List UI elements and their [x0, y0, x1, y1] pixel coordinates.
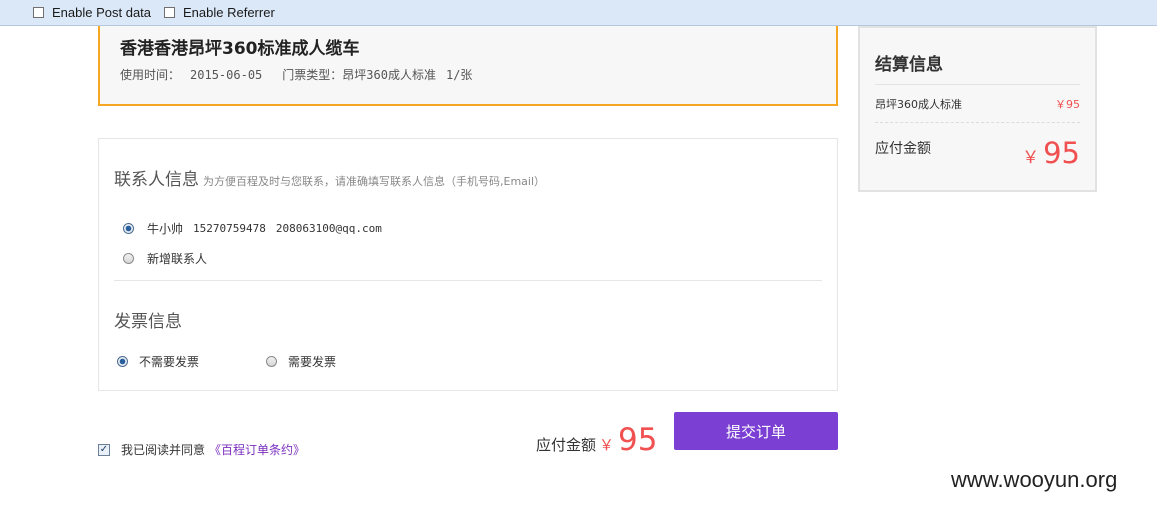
- order-form-panel: 联系人信息 为方便百程及时与您联系，请准确填写联系人信息（手机号码,Email） …: [98, 138, 838, 391]
- summary-title: 结算信息: [875, 55, 943, 75]
- contact-option-new[interactable]: 新增联系人: [123, 250, 207, 267]
- payable-amount: 应付金额 ￥ 95: [536, 422, 657, 458]
- invoice-required-radio[interactable]: [266, 356, 277, 367]
- summary-divider: [875, 84, 1080, 85]
- order-terms-link[interactable]: 《百程订单条约》: [209, 441, 305, 458]
- invoice-none-label: 不需要发票: [139, 355, 200, 369]
- summary-total-amount: 95: [1043, 136, 1080, 170]
- agreement-row: ✓ 我已阅读并同意 《百程订单条约》: [98, 441, 305, 458]
- payable-currency: ￥: [599, 436, 615, 454]
- contact-section-title: 联系人信息: [114, 170, 199, 190]
- contact-phone: 15270759478: [193, 222, 266, 235]
- use-date-value: 2015-06-05: [190, 68, 263, 82]
- ticket-type-field: 门票类型：昂坪360成人标准 1/张: [282, 68, 472, 82]
- summary-currency: ￥: [1022, 148, 1040, 168]
- summary-total-label: 应付金额: [875, 141, 931, 157]
- agreement-text: 我已阅读并同意: [121, 443, 206, 457]
- invoice-required-label: 需要发票: [288, 355, 337, 369]
- invoice-option-none[interactable]: 不需要发票: [117, 353, 199, 370]
- use-date-field: 使用时间： 2015-06-05: [120, 68, 262, 82]
- contact-name: 牛小帅: [147, 222, 184, 236]
- submit-order-button[interactable]: 提交订单: [674, 412, 838, 450]
- ticket-title: 香港香港昂坪360标准成人缆车: [120, 39, 360, 59]
- section-divider: [114, 280, 822, 281]
- enable-post-data-label: Enable Post data: [52, 5, 152, 20]
- ticket-info-card: 香港香港昂坪360标准成人缆车 使用时间： 2015-06-05 门票类型：昂坪36…: [98, 26, 838, 106]
- invoice-option-required[interactable]: 需要发票: [266, 353, 336, 370]
- summary-item-name: 昂坪360成人标准: [875, 98, 962, 111]
- invoice-none-radio[interactable]: [117, 356, 128, 367]
- enable-post-data-checkbox[interactable]: [33, 7, 44, 18]
- summary-dashed-divider: [875, 122, 1080, 123]
- summary-total: ￥ 95: [1022, 136, 1080, 170]
- enable-referrer-label: Enable Referrer: [183, 5, 275, 20]
- contact-existing-radio[interactable]: [123, 223, 134, 234]
- enable-referrer-checkbox[interactable]: [164, 7, 175, 18]
- add-contact-label: 新增联系人: [147, 252, 208, 266]
- ticket-type-label: 门票类型：: [282, 68, 343, 82]
- ticket-type-value: 昂坪360成人标准: [342, 68, 436, 82]
- settlement-summary: 结算信息 昂坪360成人标准 ￥95 应付金额 ￥ 95: [858, 26, 1097, 192]
- ticket-quantity: 1/张: [445, 68, 473, 82]
- use-date-label: 使用时间：: [120, 68, 181, 82]
- watermark: www.wooyun.org: [951, 467, 1118, 492]
- agreement-checkbox[interactable]: ✓: [98, 443, 110, 456]
- invoice-section-title: 发票信息: [114, 312, 182, 332]
- enable-post-data-toggle[interactable]: Enable Post data: [33, 4, 151, 21]
- payable-value: 95: [618, 422, 658, 458]
- contact-section-header: 联系人信息 为方便百程及时与您联系，请准确填写联系人信息（手机号码,Email）: [114, 165, 545, 190]
- payable-label: 应付金额: [536, 436, 597, 454]
- enable-referrer-toggle[interactable]: Enable Referrer: [164, 4, 275, 21]
- summary-item-price: ￥95: [1055, 98, 1080, 111]
- contact-new-radio[interactable]: [123, 253, 134, 264]
- contact-section-hint: 为方便百程及时与您联系，请准确填写联系人信息（手机号码,Email）: [203, 175, 546, 188]
- browser-toolbar: Enable Post data Enable Referrer: [0, 0, 1157, 26]
- ticket-meta: 使用时间： 2015-06-05 门票类型：昂坪360成人标准 1/张: [120, 66, 492, 83]
- contact-option-existing[interactable]: 牛小帅 15270759478 208063100@qq.com: [123, 220, 382, 237]
- contact-email: 208063100@qq.com: [275, 222, 382, 235]
